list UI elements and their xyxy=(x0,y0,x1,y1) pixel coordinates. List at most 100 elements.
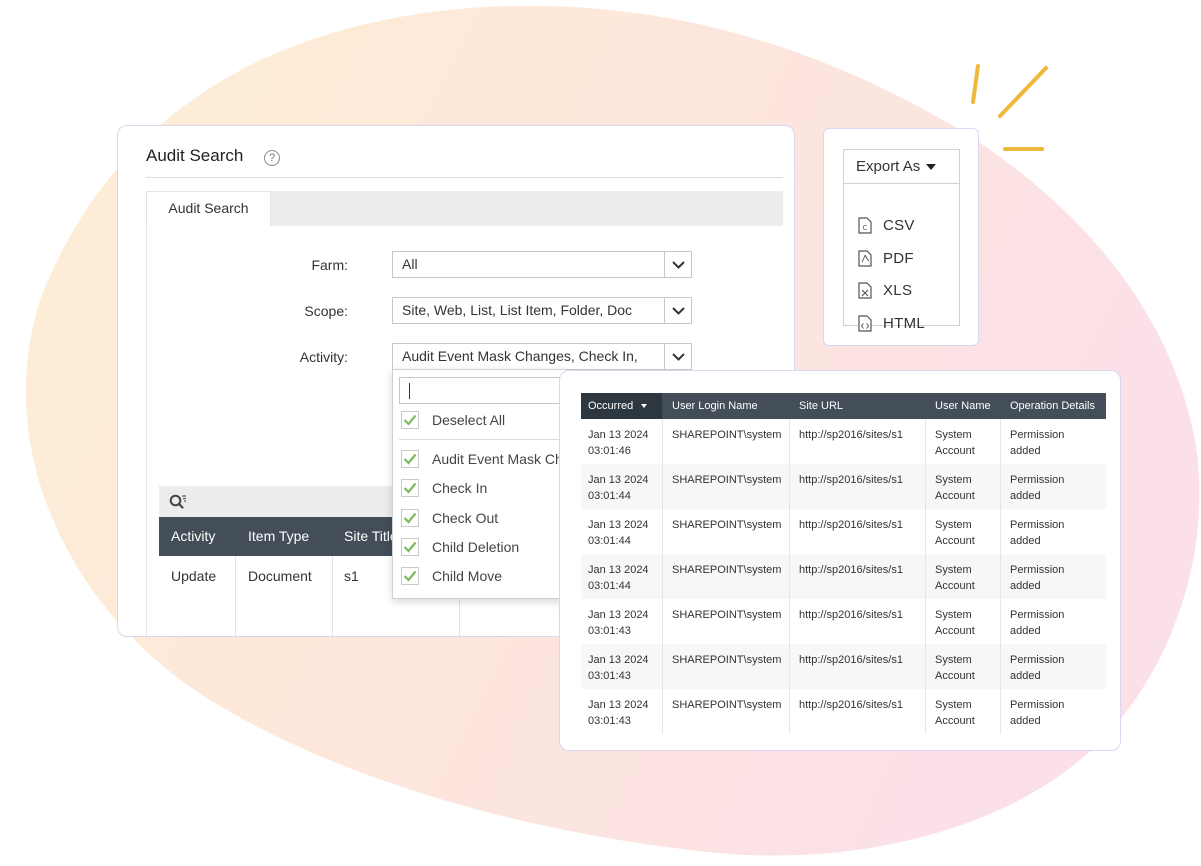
column-operation-details[interactable]: Operation Details xyxy=(1003,393,1095,419)
chevron-down-icon[interactable] xyxy=(664,252,691,277)
activity-option[interactable]: Check Out xyxy=(401,507,498,529)
cell-user-name-line: System xyxy=(935,699,972,711)
export-xls-option[interactable]: XLS xyxy=(858,280,912,300)
export-pdf-label: PDF xyxy=(883,249,914,267)
table-row[interactable]: Jan 13 2024 03:01:43 SHAREPOINT\system http… xyxy=(581,644,1106,689)
checkbox-checked-icon[interactable] xyxy=(401,509,419,527)
grid-column-activity[interactable]: Activity xyxy=(171,517,215,556)
checkbox-checked-icon[interactable] xyxy=(401,411,419,429)
checkbox-checked-icon[interactable] xyxy=(401,567,419,585)
activity-option[interactable]: Check In xyxy=(401,477,487,499)
cell-user-login-name-line: SHAREPOINT\system xyxy=(672,609,782,621)
cell-site-url-line: http://sp2016/sites/s1 xyxy=(799,564,903,576)
cell-user-login-name-line: SHAREPOINT\system xyxy=(672,564,782,576)
activity-option[interactable]: Child Move xyxy=(401,565,502,587)
cell-operation-details-line: Permission xyxy=(1010,519,1065,531)
activity-option[interactable]: Child Deletion xyxy=(401,536,519,558)
cell-operation-details-line: added xyxy=(1010,670,1041,682)
cell-user-name-line: Account xyxy=(935,490,975,502)
table-row[interactable]: Jan 13 2024 03:01:44 SHAREPOINT\system http… xyxy=(581,509,1106,554)
cell-occurred-line: 03:01:43 xyxy=(588,670,631,682)
export-pdf-option[interactable]: PDF xyxy=(858,248,914,268)
cell-user-name-line: Account xyxy=(935,445,975,457)
column-site-url[interactable]: Site URL xyxy=(792,393,843,419)
scope-select-value: Site, Web, List, List Item, Folder, Doc xyxy=(402,302,633,318)
column-occurred-label: Occurred xyxy=(588,400,634,412)
question-circle-icon[interactable]: ? xyxy=(264,150,280,166)
column-divider xyxy=(1000,419,1001,734)
activity-option-label: Child Move xyxy=(432,568,503,584)
activity-search-input[interactable] xyxy=(399,377,566,404)
column-divider xyxy=(789,419,790,734)
column-occurred[interactable]: Occurred xyxy=(581,393,662,419)
table-row[interactable]: Jan 13 2024 03:01:43 SHAREPOINT\system http… xyxy=(581,599,1106,644)
cell-operation-details-line: added xyxy=(1010,580,1041,592)
checkbox-checked-icon[interactable] xyxy=(401,479,419,497)
activity-option[interactable]: Audit Event Mask Changes xyxy=(401,448,566,470)
farm-label: Farm: xyxy=(311,257,348,273)
export-xls-label: XLS xyxy=(883,281,913,299)
cell-user-login-name-line: SHAREPOINT\system xyxy=(672,474,782,486)
cell-user-login-name-line: SHAREPOINT\system xyxy=(672,519,782,531)
cell-user-name-line: System xyxy=(935,429,972,441)
table-row[interactable]: Jan 13 2024 03:01:46 SHAREPOINT\system http… xyxy=(581,419,1106,464)
activity-option-label: Child Deletion xyxy=(432,539,520,555)
table-row[interactable]: Jan 13 2024 03:01:43 SHAREPOINT\system http… xyxy=(581,689,1106,734)
column-divider xyxy=(925,419,926,734)
sort-desc-icon xyxy=(641,404,648,409)
cell-user-name-line: System xyxy=(935,474,972,486)
csv-file-icon: C xyxy=(858,216,872,234)
cell-operation-details: Permission added xyxy=(1003,517,1064,549)
cell-site-url: http://sp2016/sites/s1 xyxy=(792,562,903,578)
grid-column-site-title[interactable]: Site Title xyxy=(344,517,398,556)
search-filter-icon[interactable] xyxy=(169,493,187,515)
cell-operation-details: Permission added xyxy=(1003,697,1064,729)
checkbox-checked-icon[interactable] xyxy=(401,450,419,468)
farm-select-value: All xyxy=(402,256,418,272)
cell-site-url-line: http://sp2016/sites/s1 xyxy=(799,699,903,711)
grid-column-item-type[interactable]: Item Type xyxy=(248,517,309,556)
cell-site-url: http://sp2016/sites/s1 xyxy=(792,472,903,488)
export-as-button[interactable]: Export As xyxy=(844,150,959,184)
cell-site-url-line: http://sp2016/sites/s1 xyxy=(799,429,903,441)
cell-operation-details: Permission added xyxy=(1003,607,1064,639)
cell-user-name: System Account xyxy=(928,607,975,639)
cell-user-name-line: Account xyxy=(935,580,975,592)
cell-operation-details-line: added xyxy=(1010,490,1041,502)
cell-user-name-line: Account xyxy=(935,670,975,682)
cell-operation-details-line: Permission xyxy=(1010,654,1065,666)
cell-occurred-line: 03:01:44 xyxy=(588,490,631,502)
table-row[interactable]: Jan 13 2024 03:01:44 SHAREPOINT\system http… xyxy=(581,554,1106,599)
cell-user-name-line: Account xyxy=(935,625,975,637)
cell-user-login-name-line: SHAREPOINT\system xyxy=(672,699,782,711)
pdf-file-icon xyxy=(858,249,872,267)
cell-operation-details-line: added xyxy=(1010,625,1041,637)
cell-occurred: Jan 13 2024 03:01:44 xyxy=(581,472,649,504)
scope-select[interactable]: Site, Web, List, List Item, Folder, Doc xyxy=(392,297,692,324)
cell-site-url: http://sp2016/sites/s1 xyxy=(792,697,903,713)
cell-operation-details-line: added xyxy=(1010,535,1041,547)
farm-select[interactable]: All xyxy=(392,251,692,278)
column-divider xyxy=(662,419,663,734)
cell-occurred-line: 03:01:46 xyxy=(588,445,631,457)
cell-site-url: http://sp2016/sites/s1 xyxy=(792,517,903,533)
deselect-all-option[interactable]: Deselect All xyxy=(401,409,505,431)
checkbox-checked-icon[interactable] xyxy=(401,538,419,556)
cell-operation-details: Permission added xyxy=(1003,472,1064,504)
chevron-down-icon[interactable] xyxy=(664,344,691,369)
cell-user-name-line: System xyxy=(935,519,972,531)
cell-site-url-line: http://sp2016/sites/s1 xyxy=(799,519,903,531)
export-csv-option[interactable]: C CSV xyxy=(858,215,915,235)
column-user-name[interactable]: User Name xyxy=(928,393,991,419)
cell-user-login-name: SHAREPOINT\system xyxy=(665,472,781,488)
table-row[interactable]: Jan 13 2024 03:01:44 SHAREPOINT\system http… xyxy=(581,464,1106,509)
activity-select[interactable]: Audit Event Mask Changes, Check In, xyxy=(392,343,692,370)
text-caret xyxy=(409,383,410,399)
chevron-down-icon[interactable] xyxy=(664,298,691,323)
cell-user-name: System Account xyxy=(928,562,975,594)
cell-user-login-name: SHAREPOINT\system xyxy=(665,427,781,443)
cell-occurred: Jan 13 2024 03:01:43 xyxy=(581,697,649,729)
tab-audit-search[interactable]: Audit Search xyxy=(146,191,271,226)
export-html-option[interactable]: HTML xyxy=(858,313,925,333)
column-user-login-name[interactable]: User Login Name xyxy=(665,393,758,419)
